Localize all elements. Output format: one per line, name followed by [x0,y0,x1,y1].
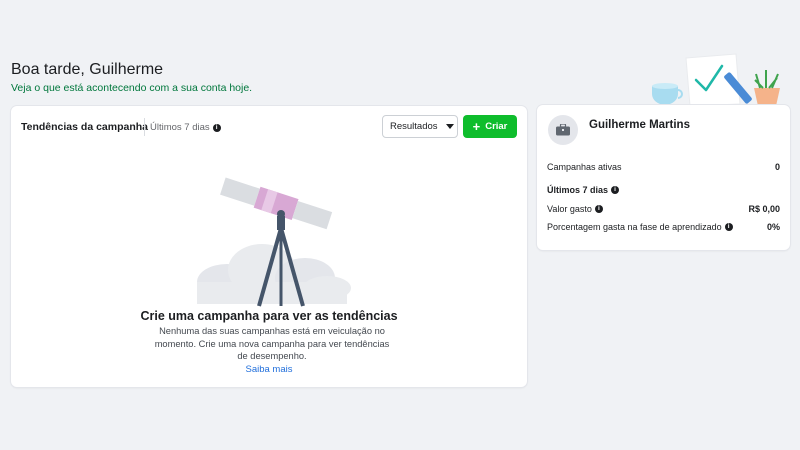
greeting-title: Boa tarde, Guilherme [11,61,164,78]
empty-state-title: Crie uma campanha para ver as tendências [140,309,398,323]
trends-range-label: Últimos 7 dias [150,122,210,133]
active-campaigns-label: Campanhas ativas [547,162,622,172]
learning-spend-row: Porcentagem gasta na fase de aprendizado… [547,222,780,232]
account-name: Guilherme Martins [589,119,690,131]
learning-spend-value: 0% [766,222,780,232]
account-summary-card: Guilherme Martins Campanhas ativas 0 Últ… [537,105,790,250]
info-icon[interactable]: i [611,186,620,194]
info-icon[interactable]: i [594,205,603,213]
trends-range: Últimos 7 dias i [150,122,221,133]
metric-select-value: Resultados [390,121,438,132]
greeting-subtitle: Veja o que está acontecendo com a sua co… [11,82,253,94]
amount-spent-label: Valor gasto [547,204,592,214]
empty-state-description: Nenhuma das suas campanhas está em veicu… [154,326,390,361]
learn-more-link[interactable]: Saiba mais [11,364,527,375]
campaign-trends-card: Tendências da campanha Últimos 7 dias i … [11,106,527,387]
period-label: Últimos 7 dias [547,185,609,195]
active-campaigns-row: Campanhas ativas 0 [547,162,780,172]
checklist-illustration [652,53,780,106]
trends-title: Tendências da campanha [21,121,149,133]
header-divider [144,118,145,136]
plus-icon: + [472,119,481,134]
learning-spend-label: Porcentagem gasta na fase de aprendizado [547,222,722,232]
amount-spent-row: Valor gasto i R$ 0,00 [547,204,780,214]
avatar[interactable] [548,115,578,145]
active-campaigns-value: 0 [774,162,780,172]
telescope-illustration [197,177,351,307]
info-icon[interactable]: i [212,123,221,132]
briefcase-icon [556,124,570,136]
create-button-label: Criar [485,121,508,132]
chevron-down-icon [445,124,454,129]
info-icon[interactable]: i [724,223,733,231]
metric-select[interactable]: Resultados [382,115,458,138]
amount-spent-value: R$ 0,00 [748,204,780,214]
create-button[interactable]: + Criar [463,115,517,138]
period-row: Últimos 7 dias i [547,185,780,195]
